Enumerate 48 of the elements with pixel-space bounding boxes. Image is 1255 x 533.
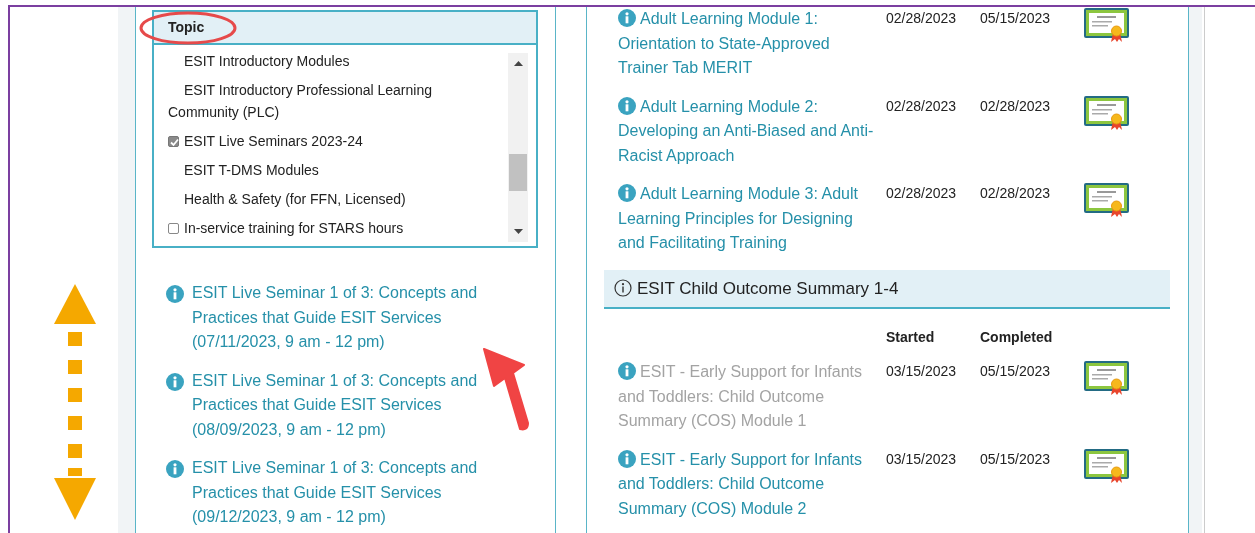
scroll-up-icon[interactable] [513, 61, 523, 66]
course-link[interactable]: Adult Learning Module 3: Adult Learning Principles for Designing and Facilitating Training [604, 182, 886, 256]
course-link[interactable]: Adult Learning Module 2: Developing an Anti-Biased and Anti-Racist Approach [604, 94, 886, 168]
completed-date: 05/15/2023 [980, 9, 1052, 28]
column-header: Started [886, 328, 936, 347]
column-header: Completed [980, 328, 1054, 347]
info-icon [166, 372, 184, 391]
course-link[interactable]: ESIT - Early Support for Infants and Toddlers: Child Outcome Summary (COS) Module 2 [604, 447, 886, 521]
completed-date: 02/28/2023 [980, 96, 1052, 116]
info-icon [614, 279, 632, 298]
certificate-icon[interactable] [1083, 182, 1130, 218]
info-icon [618, 362, 636, 380]
info-icon [618, 9, 636, 27]
topic-option[interactable]: ESIT T-DMS Modules [168, 159, 492, 181]
info-icon [166, 285, 184, 303]
info-icon [618, 96, 636, 115]
certificate-icon[interactable] [1083, 7, 1130, 43]
seminar-link[interactable]: ESIT Live Seminar 1 of 3: Concepts and Practices that Guide ESIT Services (09/12/2023, 9 am - 12 pm) [192, 456, 492, 530]
started-date: 03/15/2023 [886, 362, 958, 381]
started-date: 03/15/2023 [886, 449, 958, 469]
completed-date: 05/15/2023 [980, 449, 1052, 469]
topic-option[interactable]: In-service training for STARS hours [184, 220, 404, 236]
scrollbar-thumb[interactable] [509, 154, 527, 191]
section-title: ESIT Child Outcome Summary 1-4 [637, 277, 899, 300]
info-icon [166, 460, 184, 478]
completed-date: 02/28/2023 [980, 184, 1052, 203]
started-date: 02/28/2023 [886, 9, 958, 28]
info-icon [618, 184, 636, 202]
certificate-icon[interactable] [1083, 447, 1130, 484]
topic-header: Topic [154, 12, 536, 45]
checkbox[interactable] [168, 223, 179, 234]
started-date: 02/28/2023 [886, 96, 958, 116]
certificate-icon[interactable] [1083, 360, 1130, 396]
course-link: ESIT - Early Support for Infants and Toddlers: Child Outcome Summary (COS) Module 1 [617, 361, 864, 431]
scroll-down-icon[interactable] [513, 229, 523, 234]
topic-option[interactable]: ESIT Introductory Professional Learning Community (PLC) [168, 79, 492, 123]
info-icon [618, 449, 636, 468]
seminar-link[interactable]: ESIT Live Seminar 1 of 3: Concepts and Practices that Guide ESIT Services (07/11/2023, 9 am - 12 pm) [192, 281, 492, 355]
started-date: 02/28/2023 [886, 184, 958, 203]
certificate-icon[interactable] [1083, 94, 1130, 131]
seminar-link[interactable]: ESIT Live Seminar 1 of 3: Concepts and Practices that Guide ESIT Services (08/09/2023, 9 am - 12 pm) [192, 368, 492, 442]
course-link[interactable]: Adult Learning Module 1: Orientation to State-Approved Trainer Tab MERIT [604, 7, 886, 81]
completed-date: 05/15/2023 [980, 362, 1052, 381]
topic-option[interactable]: ESIT Live Seminars 2023-24 [184, 133, 363, 149]
checkbox[interactable] [168, 136, 179, 147]
topic-option[interactable]: ESIT Introductory Modules [168, 50, 492, 72]
topic-option[interactable]: Health & Safety (for FFN, Licensed) [168, 188, 492, 210]
scrollbar[interactable] [508, 53, 528, 242]
